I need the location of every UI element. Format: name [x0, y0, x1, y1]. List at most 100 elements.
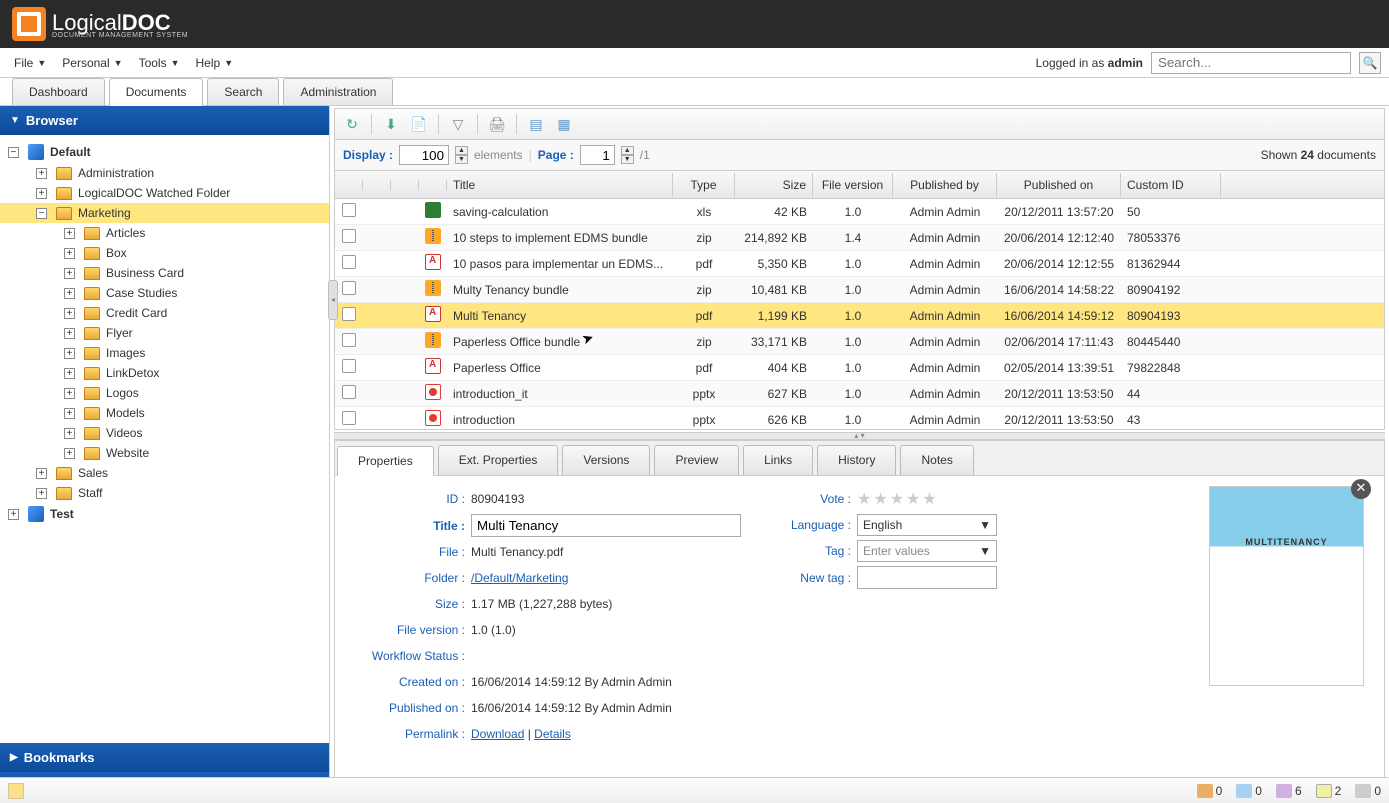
- col-published-by[interactable]: Published by: [893, 173, 997, 197]
- table-row[interactable]: Multy Tenancy bundlezip10,481 KB1.0Admin…: [335, 277, 1384, 303]
- table-row[interactable]: 10 pasos para implementar un EDMS...pdf5…: [335, 251, 1384, 277]
- status-mail[interactable]: 2: [1316, 784, 1342, 798]
- col-type[interactable]: Type: [673, 173, 735, 197]
- checkbox-icon[interactable]: [342, 255, 356, 269]
- status-clipboard[interactable]: 0: [1236, 784, 1262, 798]
- table-row[interactable]: Paperless Office bundlezip33,171 KB1.0Ad…: [335, 329, 1384, 355]
- expand-icon[interactable]: +: [64, 348, 75, 359]
- tree-node-box[interactable]: +Box: [0, 243, 329, 263]
- expand-icon[interactable]: +: [36, 168, 47, 179]
- checkbox-icon[interactable]: [342, 385, 356, 399]
- checkbox-icon[interactable]: [342, 229, 356, 243]
- table-row[interactable]: 10 steps to implement EDMS bundlezip214,…: [335, 225, 1384, 251]
- status-trash[interactable]: 0: [1355, 784, 1381, 798]
- tree-node-flyer[interactable]: +Flyer: [0, 323, 329, 343]
- expand-icon[interactable]: +: [64, 388, 75, 399]
- panel-bookmarks[interactable]: ▶Bookmarks: [0, 743, 329, 772]
- document-thumbnail[interactable]: ✕ MULTITENANCY: [1209, 486, 1364, 686]
- prop-folder-link[interactable]: /Default/Marketing: [471, 571, 568, 585]
- details-link[interactable]: Details: [534, 727, 571, 741]
- print-icon[interactable]: 🖨: [488, 115, 506, 133]
- expand-icon[interactable]: +: [64, 228, 75, 239]
- expand-icon[interactable]: +: [64, 268, 75, 279]
- dtab-properties[interactable]: Properties: [337, 446, 434, 476]
- tab-dashboard[interactable]: Dashboard: [12, 78, 105, 105]
- new-doc-icon[interactable]: 📄: [410, 115, 428, 133]
- tree-node-sales[interactable]: +Sales: [0, 463, 329, 483]
- expand-icon[interactable]: +: [64, 248, 75, 259]
- dtab-ext[interactable]: Ext. Properties: [438, 445, 559, 475]
- table-row[interactable]: introduction_itpptx627 KB1.0Admin Admin2…: [335, 381, 1384, 407]
- tree-node-images[interactable]: +Images: [0, 343, 329, 363]
- menu-help[interactable]: Help▼: [190, 52, 240, 74]
- checkbox-icon[interactable]: [342, 281, 356, 295]
- tree-node-marketing[interactable]: −Marketing: [0, 203, 329, 223]
- table-row[interactable]: Paperless Officepdf404 KB1.0Admin Admin0…: [335, 355, 1384, 381]
- table-row[interactable]: Multi Tenancypdf1,199 KB1.0Admin Admin16…: [335, 303, 1384, 329]
- expand-icon[interactable]: +: [64, 368, 75, 379]
- dtab-versions[interactable]: Versions: [562, 445, 650, 475]
- tree-node-watched[interactable]: +LogicalDOC Watched Folder: [0, 183, 329, 203]
- checkbox-icon[interactable]: [342, 203, 356, 217]
- tab-documents[interactable]: Documents: [109, 78, 204, 106]
- page-input[interactable]: [580, 145, 615, 165]
- display-input[interactable]: [399, 145, 449, 165]
- menu-personal[interactable]: Personal▼: [56, 52, 128, 74]
- download-link[interactable]: Download: [471, 727, 524, 741]
- newtag-input[interactable]: [857, 566, 997, 589]
- splitter-horizontal[interactable]: ▴ ▾: [334, 432, 1385, 440]
- tree-node-staff[interactable]: +Staff: [0, 483, 329, 503]
- menu-file[interactable]: File▼: [8, 52, 52, 74]
- dtab-links[interactable]: Links: [743, 445, 813, 475]
- expand-icon[interactable]: +: [64, 328, 75, 339]
- panel-browser[interactable]: ▼Browser: [0, 106, 329, 135]
- dtab-history[interactable]: History: [817, 445, 896, 475]
- col-size[interactable]: Size: [735, 173, 813, 197]
- checkbox-icon[interactable]: [342, 307, 356, 321]
- tab-administration[interactable]: Administration: [283, 78, 393, 105]
- menu-tools[interactable]: Tools▼: [133, 52, 186, 74]
- prop-title-input[interactable]: [471, 514, 741, 537]
- status-group[interactable]: 6: [1276, 784, 1302, 798]
- search-button[interactable]: 🔍: [1359, 52, 1381, 74]
- filter-icon[interactable]: ▽: [449, 115, 467, 133]
- col-version[interactable]: File version: [813, 173, 893, 197]
- tree-node-website[interactable]: +Website: [0, 443, 329, 463]
- close-icon[interactable]: ✕: [1351, 479, 1371, 499]
- download-icon[interactable]: ⬇: [382, 115, 400, 133]
- expand-icon[interactable]: +: [8, 509, 19, 520]
- tree-node-case-studies[interactable]: +Case Studies: [0, 283, 329, 303]
- tree-node-logos[interactable]: +Logos: [0, 383, 329, 403]
- tree-node-models[interactable]: +Models: [0, 403, 329, 423]
- tab-search[interactable]: Search: [207, 78, 279, 105]
- expand-icon[interactable]: +: [64, 308, 75, 319]
- expand-icon[interactable]: +: [36, 188, 47, 199]
- tree-node-default[interactable]: −Default: [0, 141, 329, 163]
- dtab-notes[interactable]: Notes: [900, 445, 973, 475]
- tree-node-credit-card[interactable]: +Credit Card: [0, 303, 329, 323]
- list-view-icon[interactable]: ▤: [527, 115, 545, 133]
- expand-icon[interactable]: +: [64, 428, 75, 439]
- expand-icon[interactable]: +: [36, 468, 47, 479]
- grid-body[interactable]: saving-calculationxls42 KB1.0Admin Admin…: [335, 199, 1384, 429]
- col-title[interactable]: Title: [447, 173, 673, 197]
- tag-select[interactable]: Enter values▼: [857, 540, 997, 562]
- collapse-icon[interactable]: −: [36, 208, 47, 219]
- expand-icon[interactable]: +: [36, 488, 47, 499]
- tree-node-test[interactable]: +Test: [0, 503, 329, 525]
- table-row[interactable]: introductionpptx626 KB1.0Admin Admin20/1…: [335, 407, 1384, 429]
- language-select[interactable]: English▼: [857, 514, 997, 536]
- expand-icon[interactable]: +: [64, 448, 75, 459]
- tree-node-business-card[interactable]: +Business Card: [0, 263, 329, 283]
- grid-view-icon[interactable]: ▦: [555, 115, 573, 133]
- dtab-preview[interactable]: Preview: [654, 445, 739, 475]
- collapse-icon[interactable]: −: [8, 147, 19, 158]
- tree-node-articles[interactable]: +Articles: [0, 223, 329, 243]
- expand-icon[interactable]: +: [64, 408, 75, 419]
- rating-stars[interactable]: ★★★★★: [857, 489, 937, 509]
- col-custom-id[interactable]: Custom ID: [1121, 173, 1221, 197]
- refresh-icon[interactable]: ↻: [343, 115, 361, 133]
- checkbox-icon[interactable]: [342, 333, 356, 347]
- tree-node-videos[interactable]: +Videos: [0, 423, 329, 443]
- display-spinner[interactable]: ▲▼: [455, 146, 468, 164]
